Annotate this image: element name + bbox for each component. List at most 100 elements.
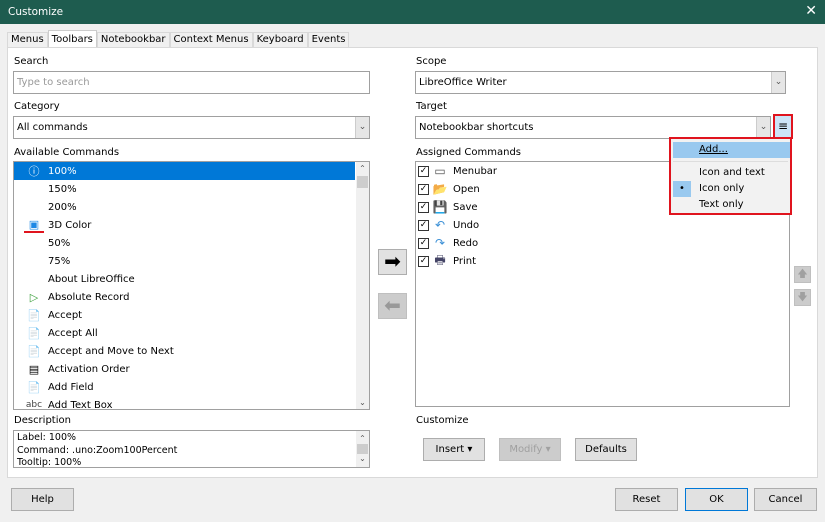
arrow-left-icon: ⬅ xyxy=(384,293,401,317)
command-item[interactable]: ▣ 3D Color xyxy=(14,216,369,234)
defaults-button[interactable]: Defaults xyxy=(575,438,637,461)
assigned-command-label: Undo xyxy=(453,219,480,231)
command-item[interactable]: ⓘ 100% xyxy=(14,162,355,180)
add-field-icon: 📄 xyxy=(27,380,41,394)
scope-select[interactable]: LibreOffice Writer ⌄ xyxy=(415,71,786,94)
activation-order-icon: ▤ xyxy=(28,362,40,376)
command-item[interactable]: About LibreOffice xyxy=(14,270,369,288)
dropdown-arrow-icon: ▾ xyxy=(467,444,473,455)
dropdown-arrow-icon: ▾ xyxy=(545,444,551,455)
insert-button[interactable]: Insert ▾ xyxy=(423,438,485,461)
command-label: 100% xyxy=(48,165,77,177)
command-item[interactable]: ▤ Activation Order xyxy=(14,360,369,378)
menu-item-add[interactable]: Add... xyxy=(673,142,790,158)
tab-toolbars[interactable]: Toolbars xyxy=(47,30,97,48)
checkbox[interactable]: ✓ xyxy=(418,255,429,267)
command-label: 200% xyxy=(48,201,77,213)
modify-button[interactable]: Modify ▾ xyxy=(499,438,561,461)
description-line: Command: .uno:Zoom100Percent xyxy=(17,444,178,456)
command-item[interactable]: 📄 Accept All xyxy=(14,324,369,342)
assigned-command-item[interactable]: ✓ 🖶 Print xyxy=(416,252,789,270)
scrollbar[interactable]: ⌃ ⌄ xyxy=(356,431,369,467)
tab-events[interactable]: Events xyxy=(307,32,350,48)
search-placeholder: Type to search xyxy=(17,77,90,88)
command-item[interactable]: 75% xyxy=(14,252,369,270)
close-icon[interactable]: ✕ xyxy=(805,3,817,19)
menu-separator xyxy=(673,161,788,162)
reset-button[interactable]: Reset xyxy=(615,488,678,511)
search-label: Search xyxy=(14,56,49,67)
target-label: Target xyxy=(416,101,447,112)
save-icon: 💾 xyxy=(432,200,448,214)
assigned-command-label: Redo xyxy=(453,237,479,249)
chevron-down-icon[interactable]: ⌄ xyxy=(771,72,785,93)
tab-notebookbar[interactable]: Notebookbar xyxy=(96,32,170,48)
chevron-down-icon[interactable]: ⌄ xyxy=(756,117,770,138)
command-item[interactable]: abc Add Text Box xyxy=(14,396,369,410)
checkbox[interactable]: ✓ xyxy=(418,237,429,249)
accept-icon: 📄 xyxy=(27,308,41,322)
command-label: 75% xyxy=(48,255,71,267)
move-down-button[interactable]: 🡇 xyxy=(794,289,811,306)
checkbox[interactable]: ✓ xyxy=(418,219,429,231)
assigned-command-label: Print xyxy=(453,255,477,267)
3d-color-icon: ▣ xyxy=(24,218,44,233)
command-label: Accept xyxy=(48,309,83,321)
description-box: Label: 100% Command: .uno:Zoom100Percent… xyxy=(13,430,370,468)
tab-menus[interactable]: Menus xyxy=(7,32,48,48)
command-item[interactable]: 200% xyxy=(14,198,369,216)
menu-item-label: Icon only xyxy=(699,183,745,194)
command-label: 3D Color xyxy=(48,219,92,231)
available-commands-list[interactable]: ⓘ 100% 150% 200% ▣ 3D Color 50% 75% About LibreO… xyxy=(13,161,370,410)
assigned-command-item[interactable]: ✓ ↷ Redo xyxy=(416,234,789,252)
search-input[interactable]: Type to search xyxy=(13,71,370,94)
tab-keyboard[interactable]: Keyboard xyxy=(252,32,308,48)
tab-context-menus[interactable]: Context Menus xyxy=(169,32,253,48)
command-label: Activation Order xyxy=(48,363,130,375)
radio-selected-icon: • xyxy=(673,181,691,197)
modify-label: Modify xyxy=(509,444,543,455)
undo-icon: ↶ xyxy=(434,218,446,232)
target-menu-button[interactable]: ≡ xyxy=(773,114,793,139)
description-label: Description xyxy=(14,415,71,426)
scrollbar[interactable]: ⌃ ⌄ xyxy=(356,162,369,409)
checkbox[interactable]: ✓ xyxy=(418,201,429,213)
menu-item-icon-and-text[interactable]: Icon and text xyxy=(673,165,790,181)
command-label: Add Text Box xyxy=(48,399,113,410)
folder-open-icon: 📂 xyxy=(432,182,448,196)
text-box-icon: abc xyxy=(25,400,43,410)
target-select[interactable]: Notebookbar shortcuts ⌄ xyxy=(415,116,771,139)
cancel-button[interactable]: Cancel xyxy=(754,488,817,511)
assigned-command-item[interactable]: ✓ ↶ Undo xyxy=(416,216,789,234)
window-title: Customize xyxy=(8,6,64,18)
insert-label: Insert xyxy=(435,444,465,455)
move-up-button[interactable]: 🡅 xyxy=(794,266,811,283)
help-button[interactable]: Help xyxy=(11,488,74,511)
checkbox[interactable]: ✓ xyxy=(418,183,429,195)
print-icon: 🖶 xyxy=(434,252,446,267)
hamburger-menu-icon: ≡ xyxy=(777,119,789,133)
command-item[interactable]: ▷ Absolute Record xyxy=(14,288,369,306)
assigned-command-label: Save xyxy=(453,201,478,213)
menu-item-icon-only[interactable]: • Icon only xyxy=(673,181,790,197)
command-label: 150% xyxy=(48,183,77,195)
assigned-commands-label: Assigned Commands xyxy=(416,147,522,158)
add-command-button[interactable]: ➡ xyxy=(378,249,407,275)
remove-command-button[interactable]: ⬅ xyxy=(378,293,407,319)
scope-label: Scope xyxy=(416,56,447,67)
command-item[interactable]: 📄 Add Field xyxy=(14,378,369,396)
category-label: Category xyxy=(14,101,60,112)
command-item[interactable]: 50% xyxy=(14,234,369,252)
command-item[interactable]: 📄 Accept xyxy=(14,306,369,324)
menu-item-text-only[interactable]: Text only xyxy=(673,197,790,213)
command-item[interactable]: 📄 Accept and Move to Next xyxy=(14,342,369,360)
command-item[interactable]: 150% xyxy=(14,180,369,198)
chevron-down-icon[interactable]: ⌄ xyxy=(355,117,369,138)
ok-button[interactable]: OK xyxy=(685,488,748,511)
assigned-command-label: Menubar xyxy=(453,165,498,177)
redo-icon: ↷ xyxy=(434,236,446,250)
absolute-record-icon: ▷ xyxy=(29,290,39,304)
checkbox[interactable]: ✓ xyxy=(418,165,429,177)
category-select[interactable]: All commands ⌄ xyxy=(13,116,370,139)
assigned-command-label: Open xyxy=(453,183,480,195)
